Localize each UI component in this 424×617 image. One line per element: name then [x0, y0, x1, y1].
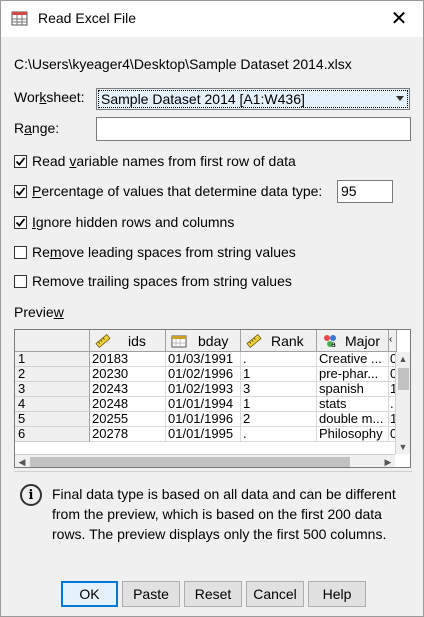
- file-path: C:\Users\kyeager4\Desktop\Sample Dataset…: [14, 56, 352, 72]
- table-cell: 3: [241, 382, 317, 397]
- column-header-ids[interactable]: ids: [90, 330, 166, 352]
- ignore-hidden-label[interactable]: Ignore hidden rows and columns: [32, 214, 234, 230]
- info-text: Final data type is based on all data and…: [52, 486, 396, 542]
- table-cell: Philosophy: [317, 427, 389, 442]
- checkmark-icon: [15, 218, 26, 227]
- table-cell: 01/02/1993: [166, 382, 241, 397]
- table-cell: 2: [241, 412, 317, 427]
- close-icon[interactable]: ✕: [377, 1, 421, 35]
- percentage-input[interactable]: 95: [337, 180, 393, 203]
- remove-leading-label[interactable]: Remove leading spaces from string values: [32, 244, 296, 260]
- column-header-rank[interactable]: Rank: [241, 330, 317, 352]
- checkmark-icon: [15, 187, 26, 196]
- table-cell: 01/03/1991: [166, 352, 241, 367]
- table-cell: 20278: [90, 427, 166, 442]
- help-button[interactable]: Help: [308, 581, 366, 607]
- column-header-partial: ‹: [389, 330, 397, 352]
- info-panel: i Final data type is based on all data a…: [14, 471, 412, 569]
- range-label: Range:: [14, 120, 60, 136]
- worksheet-value: Sample Dataset 2014 [A1:W436]: [101, 91, 305, 107]
- window-title: Read Excel File: [38, 10, 137, 26]
- table-cell: 20255: [90, 412, 166, 427]
- table-cell: double m...: [317, 412, 389, 427]
- cancel-button[interactable]: Cancel: [246, 581, 304, 607]
- chevron-down-icon[interactable]: [396, 96, 404, 101]
- table-cell: 01/02/1996: [166, 367, 241, 382]
- horizontal-scrollbar[interactable]: ◀ ▶: [15, 454, 395, 467]
- row-header[interactable]: 4: [15, 397, 90, 412]
- preview-label: Preview: [14, 304, 64, 320]
- column-header-bday[interactable]: bday: [166, 330, 241, 352]
- column-header-major[interactable]: a Major: [317, 330, 389, 352]
- table-cell: 1: [241, 397, 317, 412]
- table-cell: stats: [317, 397, 389, 412]
- table-cell: 20243: [90, 382, 166, 397]
- table-cell: .: [241, 352, 317, 367]
- read-variable-names-checkbox[interactable]: [14, 155, 27, 168]
- grid-corner: [15, 330, 90, 352]
- table-cell: .: [241, 427, 317, 442]
- checkmark-icon: [15, 157, 26, 166]
- remove-trailing-checkbox[interactable]: [14, 275, 27, 288]
- remove-leading-checkbox[interactable]: [14, 246, 27, 259]
- worksheet-select[interactable]: Sample Dataset 2014 [A1:W436]: [96, 88, 410, 110]
- row-header[interactable]: 5: [15, 412, 90, 427]
- info-icon: i: [20, 484, 42, 506]
- table-cell: 20248: [90, 397, 166, 412]
- percentage-label[interactable]: Percentage of values that determine data…: [32, 183, 322, 199]
- table-cell: 20183: [90, 352, 166, 367]
- table-cell: spanish: [317, 382, 389, 397]
- paste-button[interactable]: Paste: [122, 581, 180, 607]
- row-header[interactable]: 1: [15, 352, 90, 367]
- calendar-icon: [171, 335, 187, 348]
- scroll-up-icon[interactable]: ▲: [396, 352, 410, 366]
- row-header[interactable]: 3: [15, 382, 90, 397]
- table-cell: Creative ...: [317, 352, 389, 367]
- svg-text:a: a: [331, 340, 336, 348]
- ruler-icon: [246, 334, 262, 348]
- scroll-right-icon[interactable]: ▶: [381, 455, 395, 467]
- ruler-icon: [95, 334, 111, 348]
- reset-button[interactable]: Reset: [184, 581, 242, 607]
- row-header[interactable]: 2: [15, 367, 90, 382]
- table-cell: 01/01/1996: [166, 412, 241, 427]
- remove-trailing-label[interactable]: Remove trailing spaces from string value…: [32, 273, 292, 289]
- nominal-icon: a: [324, 335, 336, 348]
- ok-button[interactable]: OK: [61, 581, 118, 607]
- scroll-down-icon[interactable]: ▼: [396, 440, 410, 454]
- range-input[interactable]: [96, 117, 411, 141]
- table-cell: 20230: [90, 367, 166, 382]
- table-cell: 1: [241, 367, 317, 382]
- percentage-checkbox[interactable]: [14, 185, 27, 198]
- row-header[interactable]: 6: [15, 427, 90, 442]
- read-variable-names-label[interactable]: Read variable names from first row of da…: [32, 153, 296, 169]
- vertical-scrollbar[interactable]: ▲ ▼: [395, 352, 410, 454]
- worksheet-label: Worksheet:: [14, 89, 85, 105]
- title-bar: Read Excel File ✕: [1, 1, 423, 37]
- scroll-thumb[interactable]: [398, 368, 409, 390]
- table-cell: pre-phar...: [317, 367, 389, 382]
- ignore-hidden-checkbox[interactable]: [14, 216, 27, 229]
- preview-grid[interactable]: ids bday Rank a Major ‹ 1 20183 01/03/19…: [14, 329, 411, 468]
- app-icon: [11, 11, 28, 26]
- scroll-thumb[interactable]: [30, 457, 350, 467]
- table-cell: 01/01/1994: [166, 397, 241, 412]
- table-cell: 01/01/1995: [166, 427, 241, 442]
- read-excel-dialog: Read Excel File ✕ C:\Users\kyeager4\Desk…: [0, 0, 424, 617]
- scroll-left-icon[interactable]: ◀: [15, 455, 29, 467]
